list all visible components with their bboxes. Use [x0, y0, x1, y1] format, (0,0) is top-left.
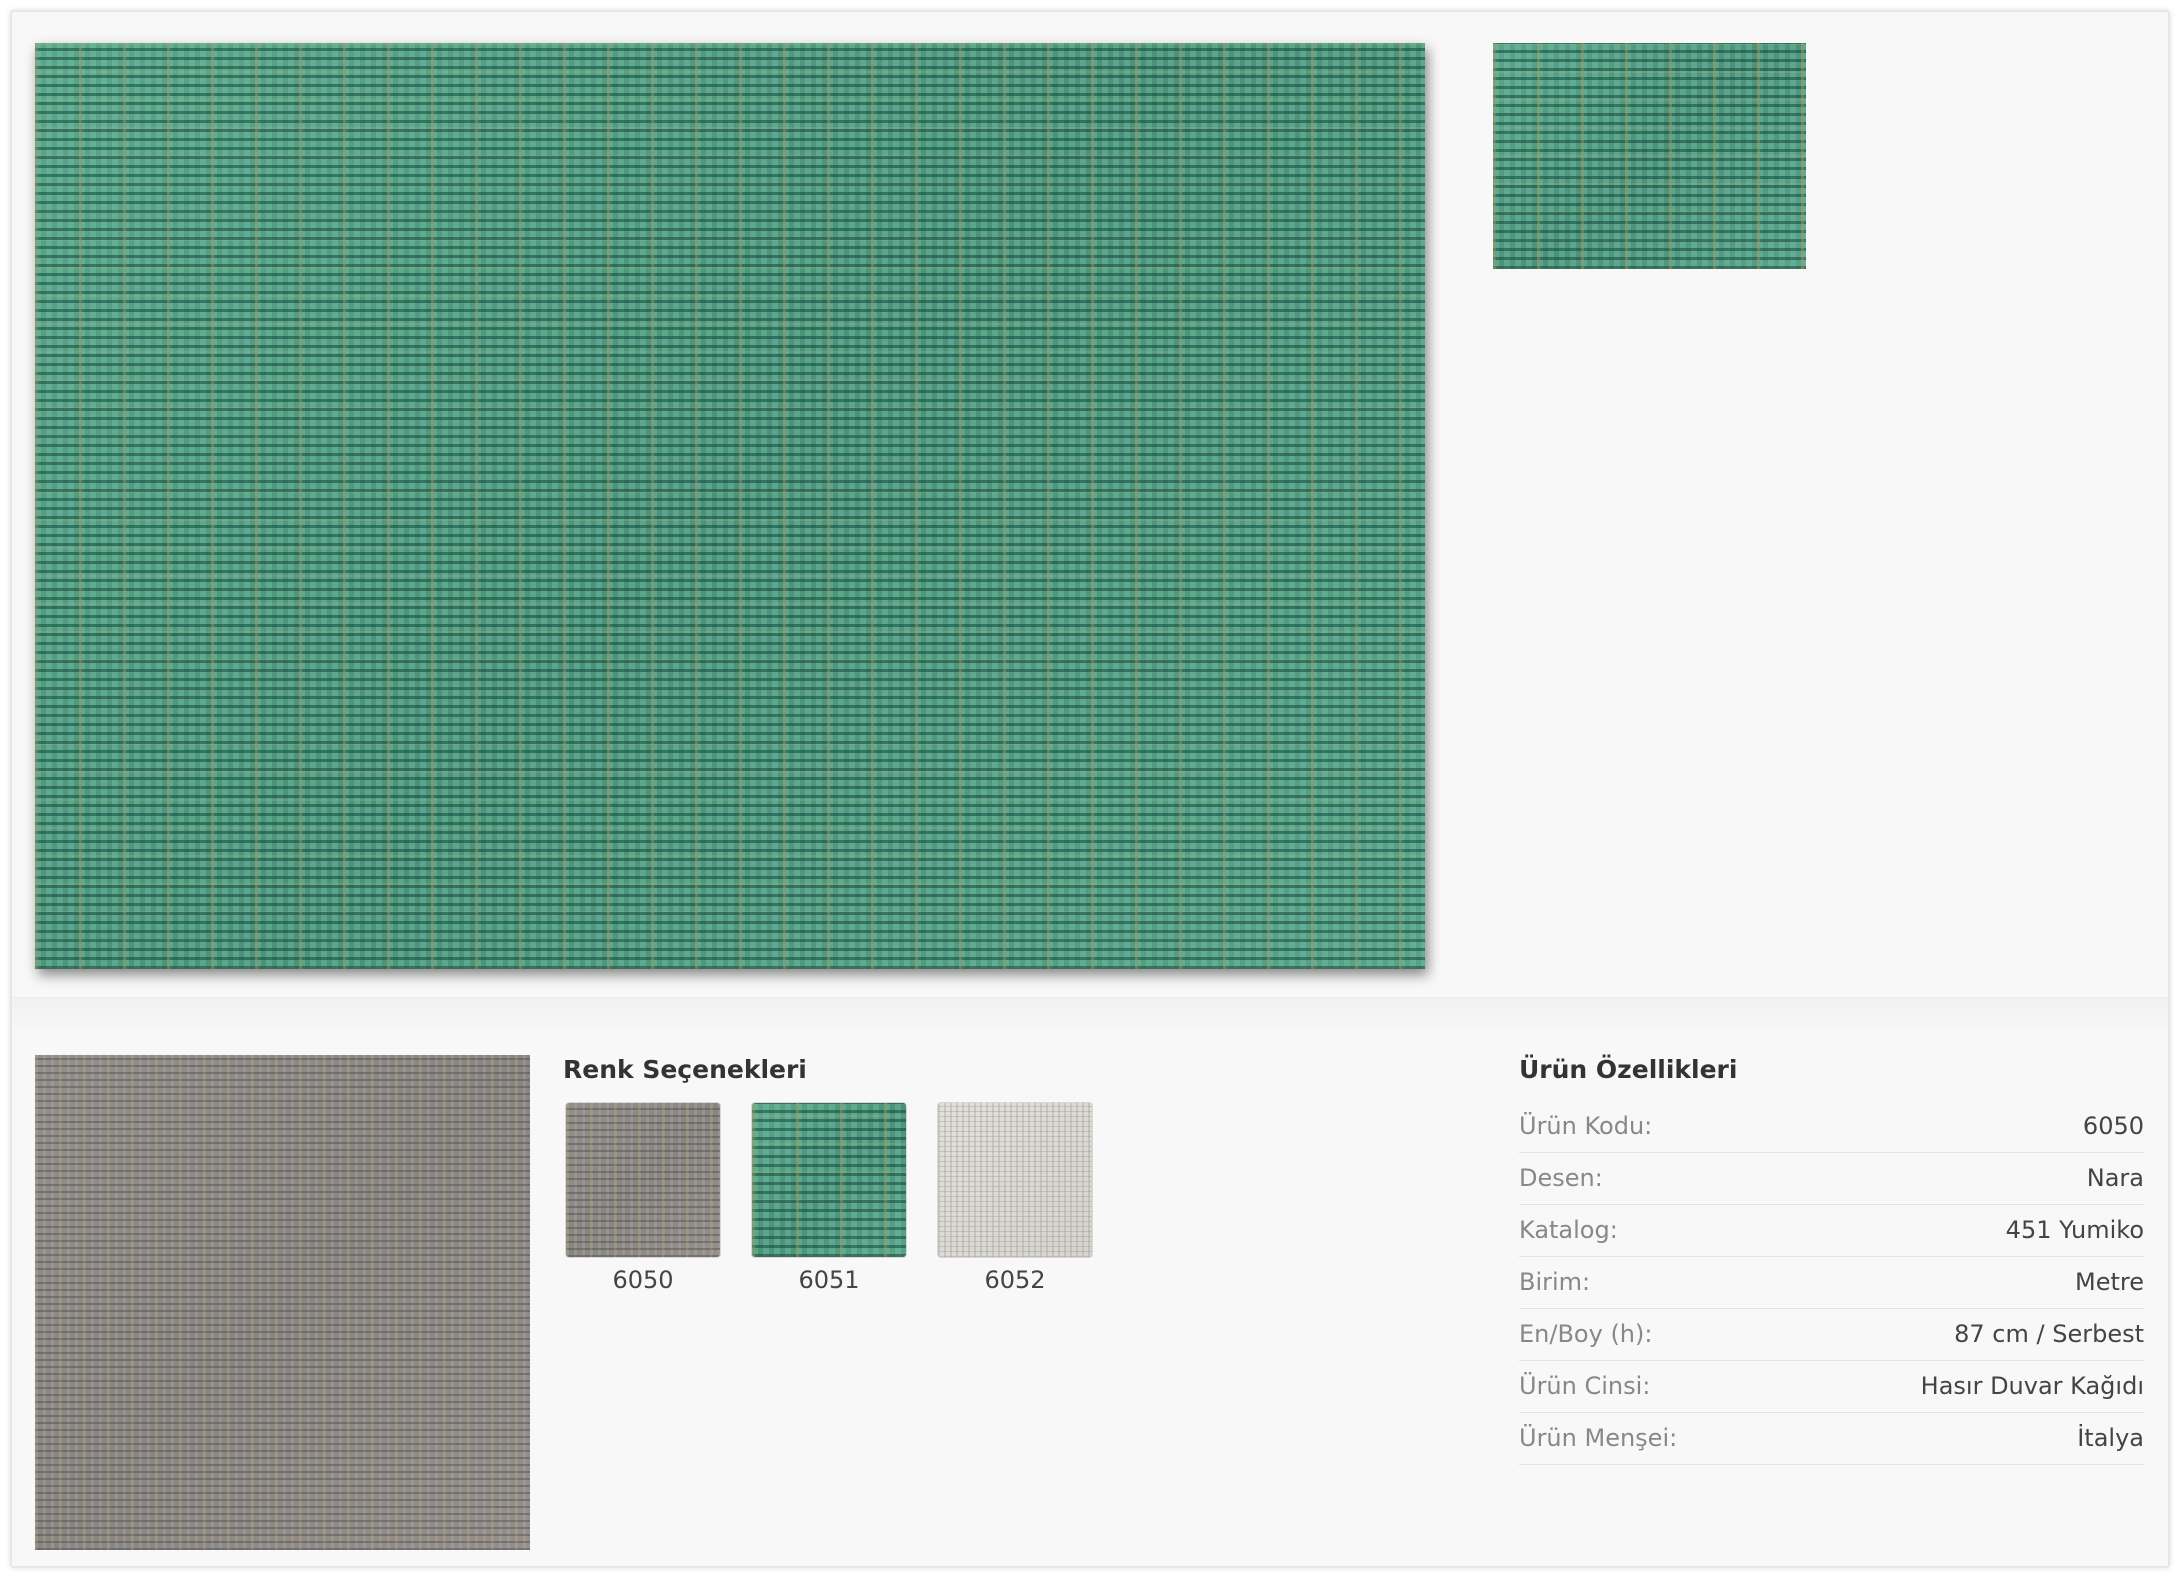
- spec-value: 451 Yumiko: [2005, 1216, 2144, 1244]
- spec-label: Ürün Kodu:: [1519, 1112, 1653, 1140]
- specs-heading: Ürün Özellikleri: [1519, 1055, 1738, 1084]
- color-option-6051[interactable]: 6051: [751, 1102, 907, 1294]
- color-swatch-thumb[interactable]: [937, 1102, 1093, 1258]
- spec-row-product-code: Ürün Kodu: 6050: [1519, 1101, 2144, 1153]
- product-detail-panel: Renk Seçenekleri 6050 6051 6052 Ürün Öze…: [10, 10, 2170, 1568]
- color-option-code: 6051: [798, 1266, 860, 1294]
- color-swatch-thumb[interactable]: [565, 1102, 721, 1258]
- color-swatch-thumb[interactable]: [751, 1102, 907, 1258]
- color-option-6052[interactable]: 6052: [937, 1102, 1093, 1294]
- spec-label: Katalog:: [1519, 1216, 1618, 1244]
- color-options-list: 6050 6051 6052: [565, 1102, 1125, 1302]
- spec-value: İtalya: [2077, 1424, 2144, 1452]
- spec-row-unit: Birim: Metre: [1519, 1257, 2144, 1309]
- spec-label: Ürün Menşei:: [1519, 1424, 1678, 1452]
- section-divider: [12, 997, 2168, 1034]
- spec-value: Nara: [2086, 1164, 2144, 1192]
- spec-row-origin: Ürün Menşei: İtalya: [1519, 1413, 2144, 1465]
- spec-value: 6050: [2082, 1112, 2144, 1140]
- spec-label: Ürün Cinsi:: [1519, 1372, 1651, 1400]
- color-option-code: 6052: [984, 1266, 1046, 1294]
- spec-row-dimensions: En/Boy (h): 87 cm / Serbest: [1519, 1309, 2144, 1361]
- thumbnail-image[interactable]: [1493, 43, 1806, 269]
- color-option-code: 6050: [612, 1266, 674, 1294]
- spec-label: Desen:: [1519, 1164, 1603, 1192]
- spec-row-pattern: Desen: Nara: [1519, 1153, 2144, 1205]
- spec-value: Hasır Duvar Kağıdı: [1920, 1372, 2144, 1400]
- spec-row-product-type: Ürün Cinsi: Hasır Duvar Kağıdı: [1519, 1361, 2144, 1413]
- spec-label: Birim:: [1519, 1268, 1591, 1296]
- spec-value: 87 cm / Serbest: [1954, 1320, 2144, 1348]
- main-product-image[interactable]: [35, 43, 1425, 969]
- spec-row-catalog: Katalog: 451 Yumiko: [1519, 1205, 2144, 1257]
- spec-label: En/Boy (h):: [1519, 1320, 1653, 1348]
- color-option-6050[interactable]: 6050: [565, 1102, 721, 1294]
- selected-swatch-image[interactable]: [35, 1055, 530, 1550]
- product-gallery: [12, 12, 2168, 997]
- specs-table: Ürün Kodu: 6050 Desen: Nara Katalog: 451…: [1519, 1101, 2144, 1465]
- product-info-section: Renk Seçenekleri 6050 6051 6052 Ürün Öze…: [12, 1033, 2168, 1566]
- spec-value: Metre: [2075, 1268, 2144, 1296]
- color-options-heading: Renk Seçenekleri: [563, 1055, 807, 1084]
